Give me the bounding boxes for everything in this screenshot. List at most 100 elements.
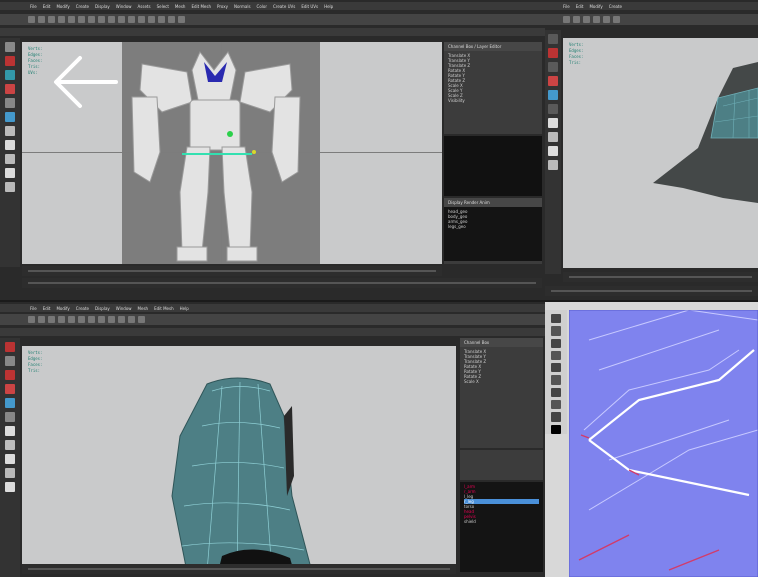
- menu-item[interactable]: Edit UVs: [301, 4, 318, 9]
- layout-icon[interactable]: [5, 482, 15, 492]
- leg-armor-mesh[interactable]: [22, 346, 456, 572]
- shelf-icon[interactable]: [138, 16, 145, 23]
- menu-item[interactable]: Help: [180, 306, 189, 311]
- shelf-icon[interactable]: [38, 316, 45, 323]
- menu-item[interactable]: Normals: [234, 4, 251, 9]
- range-slider[interactable]: [545, 286, 758, 296]
- shelf-icon[interactable]: [168, 16, 175, 23]
- move-tool-icon[interactable]: [5, 384, 15, 394]
- shelf-icon[interactable]: [128, 16, 135, 23]
- menu-item[interactable]: Edit: [43, 306, 51, 311]
- layout-icon[interactable]: [5, 440, 15, 450]
- tool-icon[interactable]: [548, 104, 558, 114]
- shelf-icon[interactable]: [573, 16, 580, 23]
- uv-canvas[interactable]: [569, 310, 758, 577]
- shelf-icon[interactable]: [158, 16, 165, 23]
- menu-item[interactable]: Edit Mesh: [191, 4, 211, 9]
- zoom-icon[interactable]: [551, 412, 561, 422]
- tool-icon[interactable]: [548, 48, 558, 58]
- shelf-icon[interactable]: [178, 16, 185, 23]
- layout-icon[interactable]: [548, 160, 558, 170]
- menu-item[interactable]: Modify: [56, 4, 69, 9]
- layout-icon[interactable]: [5, 154, 15, 164]
- brush-icon[interactable]: [551, 314, 561, 324]
- layout-icon[interactable]: [548, 118, 558, 128]
- scale-tool-icon[interactable]: [5, 412, 15, 422]
- select-tool-icon[interactable]: [5, 342, 15, 352]
- menu-item[interactable]: Color: [257, 4, 267, 9]
- menu-item[interactable]: Edit: [576, 4, 584, 9]
- layout-icon[interactable]: [5, 126, 15, 136]
- menu-item[interactable]: Select: [157, 4, 169, 9]
- menu-item[interactable]: Edit: [43, 4, 51, 9]
- shelf-icon[interactable]: [118, 316, 125, 323]
- select-tool-icon[interactable]: [5, 42, 15, 52]
- armor-plate-mesh[interactable]: [563, 38, 758, 268]
- shelf-icon[interactable]: [593, 16, 600, 23]
- time-slider[interactable]: [563, 272, 758, 282]
- eraser-icon[interactable]: [551, 326, 561, 336]
- time-slider[interactable]: [22, 564, 456, 574]
- channel-row[interactable]: Scale X: [464, 379, 539, 384]
- shelf-icon[interactable]: [68, 16, 75, 23]
- shelf-icon[interactable]: [128, 316, 135, 323]
- viewport-front[interactable]: Verts: Edges: Faces: Tris: UVs:: [22, 42, 442, 264]
- tool-icon[interactable]: [548, 62, 558, 72]
- menu-item[interactable]: Display: [95, 306, 110, 311]
- time-slider[interactable]: [22, 266, 442, 276]
- shelf-icon[interactable]: [88, 16, 95, 23]
- viewport-perspective[interactable]: Verts: Edges: Faces: Tris:: [22, 346, 456, 572]
- menu-item[interactable]: Assets: [138, 4, 151, 9]
- shelf-icon[interactable]: [613, 16, 620, 23]
- paint-tool-icon[interactable]: [5, 70, 15, 80]
- menu-item[interactable]: Window: [116, 4, 132, 9]
- menu-item[interactable]: Create UVs: [273, 4, 295, 9]
- layer-editor-tabs[interactable]: Display Render Anim: [444, 198, 542, 207]
- tool-icon[interactable]: [548, 76, 558, 86]
- layout-icon[interactable]: [5, 182, 15, 192]
- range-slider[interactable]: [22, 278, 542, 288]
- rotate-tool-icon[interactable]: [5, 398, 15, 408]
- scale-tool-icon[interactable]: [5, 112, 15, 122]
- layout-icon[interactable]: [548, 146, 558, 156]
- menu-item[interactable]: File: [563, 4, 570, 9]
- text-icon[interactable]: [551, 387, 561, 398]
- layout-icon[interactable]: [5, 468, 15, 478]
- layout-icon[interactable]: [548, 132, 558, 142]
- shelf-icon[interactable]: [68, 316, 75, 323]
- menu-item[interactable]: Modify: [589, 4, 602, 9]
- menu-item[interactable]: Mesh: [138, 306, 149, 311]
- menu-item[interactable]: Create: [609, 4, 622, 9]
- outliner-row[interactable]: shield: [464, 519, 539, 524]
- viewport-perspective[interactable]: Verts: Edges: Faces: Tris:: [563, 38, 758, 268]
- menu-item[interactable]: Mesh: [175, 4, 186, 9]
- tool-icon[interactable]: [548, 34, 558, 44]
- shelf-icon[interactable]: [28, 316, 35, 323]
- shelf-icon[interactable]: [78, 16, 85, 23]
- menu-item[interactable]: File: [30, 306, 37, 311]
- shelf-icon[interactable]: [583, 16, 590, 23]
- shelf-icon[interactable]: [98, 316, 105, 323]
- menu-item[interactable]: Create: [76, 4, 89, 9]
- shelf-icon[interactable]: [78, 316, 85, 323]
- shelf-icon[interactable]: [88, 316, 95, 323]
- shelf-icon[interactable]: [58, 16, 65, 23]
- menu-item[interactable]: Edit Mesh: [154, 306, 174, 311]
- shelf-icon[interactable]: [108, 316, 115, 323]
- crop-icon[interactable]: [551, 363, 561, 373]
- layer-row[interactable]: legs_geo: [448, 224, 538, 229]
- layout-icon[interactable]: [5, 168, 15, 178]
- menu-item[interactable]: Proxy: [217, 4, 228, 9]
- back-arrow-icon[interactable]: [50, 52, 120, 112]
- eyedropper-icon[interactable]: [551, 375, 561, 385]
- hand-icon[interactable]: [551, 400, 561, 410]
- menu-item[interactable]: Window: [116, 306, 132, 311]
- layout-icon[interactable]: [5, 454, 15, 464]
- shelf-icon[interactable]: [603, 16, 610, 23]
- rotate-tool-icon[interactable]: [5, 98, 15, 108]
- menu-item[interactable]: Create: [76, 306, 89, 311]
- shelf-icon[interactable]: [28, 16, 35, 23]
- shelf-icon[interactable]: [108, 16, 115, 23]
- shelf-icon[interactable]: [48, 316, 55, 323]
- shelf-icon[interactable]: [48, 16, 55, 23]
